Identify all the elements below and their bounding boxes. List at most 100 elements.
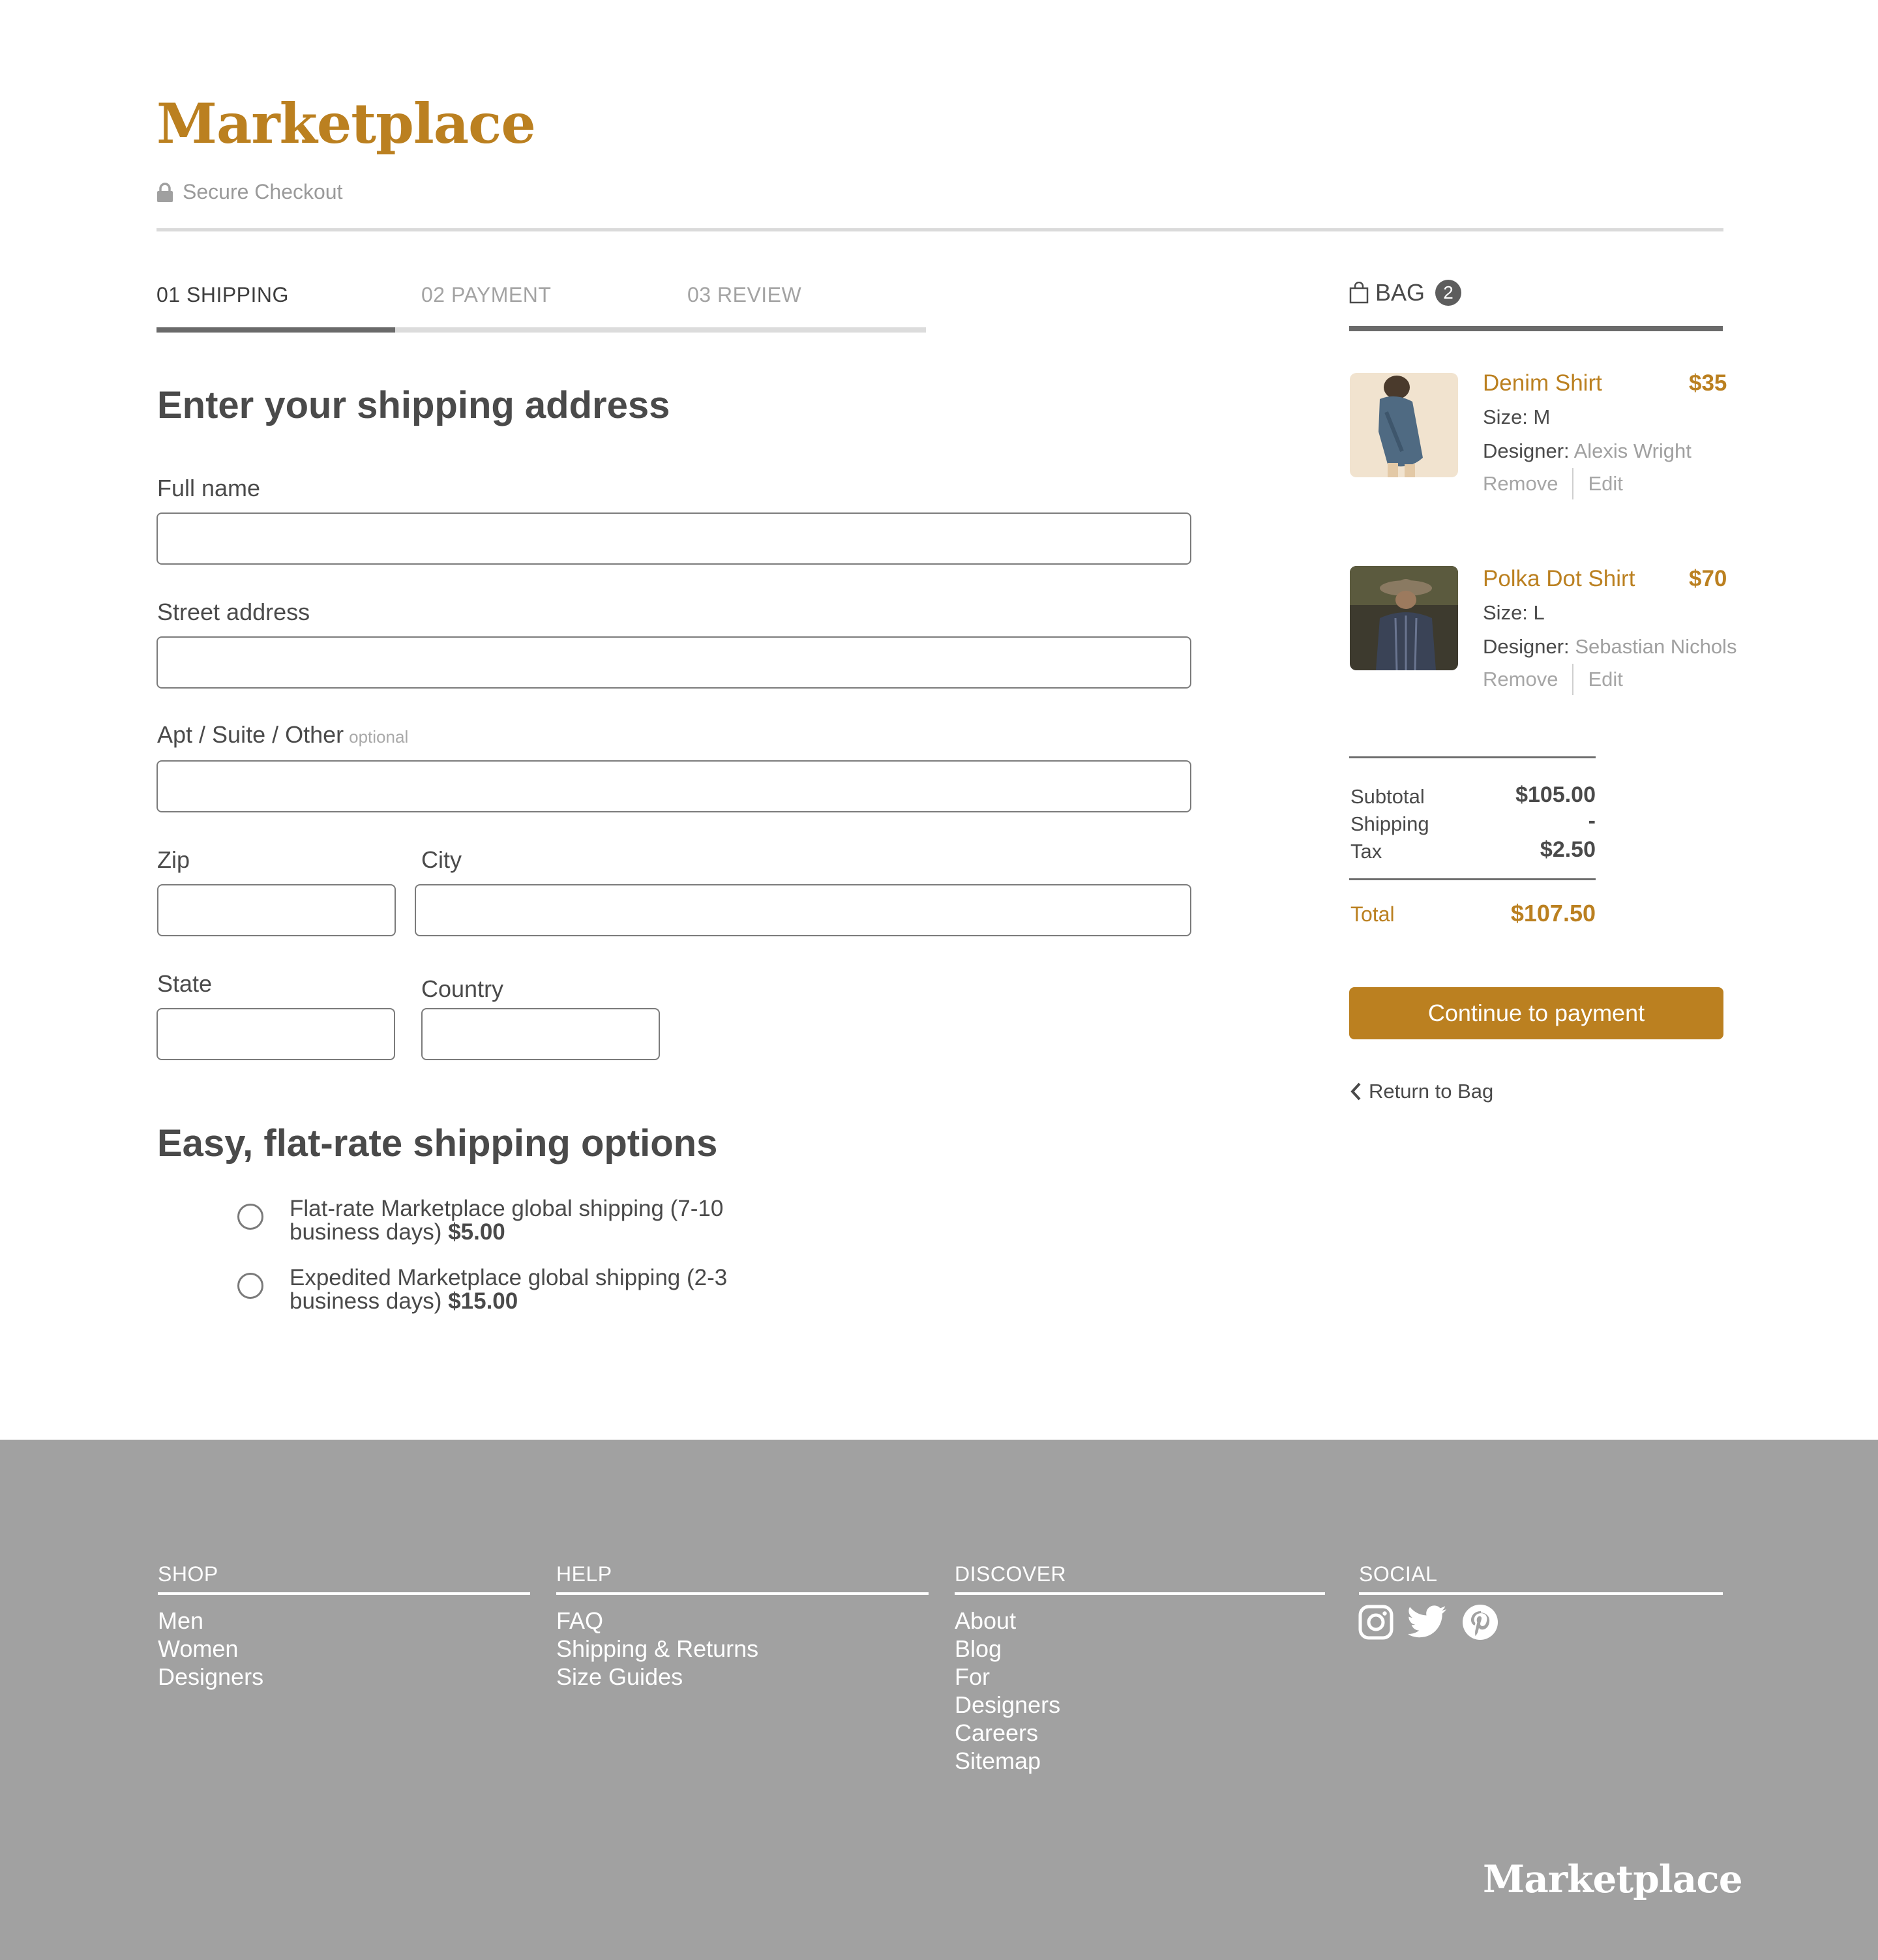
item-designer-denim-shirt: Designer: Alexis Wright	[1483, 439, 1692, 463]
zip-input[interactable]	[157, 884, 396, 936]
footer-divider	[556, 1592, 929, 1595]
footer-link-sitemap[interactable]: Sitemap	[955, 1747, 1060, 1775]
item-actions-polka-dot-shirt: Remove Edit	[1483, 664, 1623, 695]
item-thumbnail-polka-dot-shirt[interactable]	[1350, 566, 1458, 670]
return-to-bag-label: Return to Bag	[1369, 1080, 1494, 1103]
footer-divider	[1359, 1592, 1723, 1595]
item-name-polka-dot-shirt[interactable]: Polka Dot Shirt	[1483, 566, 1635, 592]
edit-item-button[interactable]: Edit	[1588, 472, 1622, 496]
pinterest-icon[interactable]	[1462, 1604, 1498, 1641]
social-icons	[1358, 1604, 1498, 1641]
footer-heading-shop: SHOP	[158, 1562, 218, 1586]
footer-list-discover: About Blog For Designers Careers Sitemap	[955, 1607, 1060, 1775]
footer-link-designers[interactable]: Designers	[158, 1663, 263, 1691]
apt-input[interactable]	[156, 760, 1191, 812]
total-label: Total	[1350, 902, 1395, 926]
continue-to-payment-button[interactable]: Continue to payment	[1349, 987, 1723, 1039]
step-progress-fill	[156, 327, 395, 333]
shipping-option-standard-radio[interactable]	[237, 1204, 263, 1230]
item-designer-value: Sebastian Nichols	[1575, 635, 1737, 658]
return-to-bag-link[interactable]: Return to Bag	[1349, 1080, 1493, 1103]
footer-link-for[interactable]: For	[955, 1663, 1060, 1691]
country-input[interactable]	[421, 1008, 660, 1060]
footer-link-faq[interactable]: FAQ	[556, 1607, 758, 1635]
item-designer-label: Designer:	[1483, 635, 1570, 658]
item-size-label: Size:	[1483, 406, 1528, 428]
shipping-option-expedited[interactable]: Expedited Marketplace global shipping (2…	[290, 1266, 785, 1313]
shipping-title: Enter your shipping address	[157, 384, 670, 426]
item-price-polka-dot-shirt: $70	[1689, 566, 1727, 591]
instagram-icon[interactable]	[1358, 1604, 1394, 1641]
item-size-polka-dot-shirt: Size: L	[1483, 601, 1545, 625]
summary-top-divider	[1349, 756, 1596, 758]
tax-label: Tax	[1350, 840, 1382, 863]
zip-label: Zip	[157, 846, 190, 873]
header-divider	[156, 228, 1723, 231]
item-designer-polka-dot-shirt: Designer: Sebastian Nichols	[1483, 635, 1736, 659]
footer-link-women[interactable]: Women	[158, 1635, 263, 1663]
footer-link-shipping-returns[interactable]: Shipping & Returns	[556, 1635, 758, 1663]
apt-label-text: Apt / Suite / Other	[157, 721, 344, 748]
shipping-options-title: Easy, flat-rate shipping options	[157, 1122, 718, 1165]
total-value: $107.50	[1510, 900, 1596, 927]
footer-heading-help: HELP	[556, 1562, 612, 1586]
item-thumbnail-denim-shirt[interactable]	[1350, 373, 1458, 477]
full-name-input[interactable]	[156, 512, 1191, 565]
shipping-cost-value: -	[1588, 809, 1596, 833]
apt-optional-hint: optional	[349, 727, 409, 747]
step-review[interactable]: 03 REVIEW	[687, 283, 801, 307]
footer-link-careers[interactable]: Careers	[955, 1719, 1060, 1747]
state-input[interactable]	[156, 1008, 395, 1060]
chevron-left-icon	[1350, 1082, 1361, 1101]
shipping-option-standard-price: $5.00	[448, 1219, 505, 1245]
denim-shirt-image	[1350, 373, 1458, 477]
city-input[interactable]	[415, 884, 1191, 936]
edit-item-button[interactable]: Edit	[1588, 668, 1622, 691]
brand-logo[interactable]: Marketplace	[156, 91, 536, 156]
lock-icon	[157, 182, 173, 202]
remove-item-button[interactable]: Remove	[1483, 472, 1558, 496]
shipping-option-expedited-radio[interactable]	[237, 1273, 263, 1299]
city-label: City	[421, 846, 462, 873]
footer-heading-discover: DISCOVER	[955, 1562, 1067, 1586]
footer-link-size-guides[interactable]: Size Guides	[556, 1663, 758, 1691]
item-size-label: Size:	[1483, 601, 1528, 624]
item-price-denim-shirt: $35	[1689, 370, 1727, 396]
step-payment[interactable]: 02 PAYMENT	[421, 283, 551, 307]
bag-count-badge: 2	[1435, 280, 1462, 306]
footer-link-for-designers[interactable]: Designers	[955, 1691, 1060, 1719]
item-name-denim-shirt[interactable]: Denim Shirt	[1483, 370, 1602, 396]
footer-link-about[interactable]: About	[955, 1607, 1060, 1635]
subtotal-value: $105.00	[1515, 782, 1596, 807]
shipping-option-standard-text: Flat-rate Marketplace global shipping (7…	[290, 1196, 724, 1245]
footer-link-blog[interactable]: Blog	[955, 1635, 1060, 1663]
footer-brand-logo[interactable]: Marketplace	[1483, 1857, 1743, 1901]
street-address-input[interactable]	[156, 636, 1191, 689]
state-label: State	[157, 970, 213, 997]
twitter-icon[interactable]	[1408, 1605, 1448, 1639]
secure-checkout-label: Secure Checkout	[183, 180, 343, 203]
footer-link-men[interactable]: Men	[158, 1607, 263, 1635]
item-designer-value: Alexis Wright	[1573, 439, 1692, 462]
footer-heading-social: SOCIAL	[1359, 1562, 1438, 1586]
step-shipping[interactable]: 01 SHIPPING	[156, 283, 289, 307]
polka-dot-shirt-image	[1350, 566, 1458, 670]
bag-header: BAG 2	[1349, 279, 1462, 306]
item-actions-denim-shirt: Remove Edit	[1483, 468, 1623, 499]
shipping-option-expedited-price: $15.00	[448, 1288, 518, 1314]
action-separator	[1572, 664, 1574, 695]
shipping-option-standard[interactable]: Flat-rate Marketplace global shipping (7…	[290, 1197, 785, 1244]
footer-divider	[158, 1592, 530, 1595]
remove-item-button[interactable]: Remove	[1483, 668, 1558, 691]
bag-divider	[1349, 326, 1723, 331]
summary-bottom-divider	[1349, 878, 1596, 880]
shopping-bag-icon	[1349, 282, 1369, 304]
footer-list-shop: Men Women Designers	[158, 1607, 263, 1691]
country-label: Country	[421, 975, 504, 1002]
item-size-value: L	[1533, 601, 1545, 624]
item-size-value: M	[1533, 406, 1551, 428]
full-name-label: Full name	[157, 475, 261, 501]
item-size-denim-shirt: Size: M	[1483, 406, 1550, 429]
footer-divider	[955, 1592, 1325, 1595]
street-address-label: Street address	[157, 599, 310, 625]
